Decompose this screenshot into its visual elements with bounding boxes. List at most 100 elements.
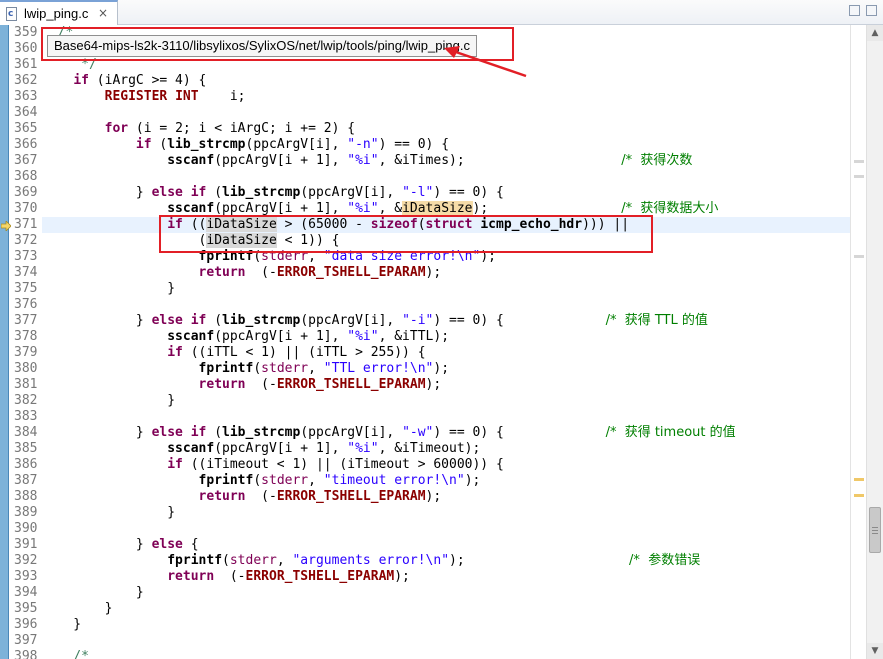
code-line[interactable]: fprintf(stderr, "timeout error!\n");	[42, 473, 850, 489]
code-token: );	[425, 265, 442, 280]
code-token: (	[253, 361, 262, 376]
code-line[interactable]	[42, 633, 850, 649]
code-line[interactable]: for (i = 2; i < iArgC; i += 2) {	[42, 121, 850, 137]
code-token: if	[167, 457, 183, 472]
code-line[interactable]: if ((iTTL < 1) || (iTTL > 255)) {	[42, 345, 850, 361]
line-number: 395	[14, 601, 38, 616]
code-token: , &iTimes);	[378, 153, 622, 168]
code-token: /*	[42, 649, 89, 659]
code-token: lib_strcmp	[167, 137, 246, 152]
overview-marker[interactable]	[854, 255, 864, 258]
code-token: }	[42, 585, 144, 600]
code-token: fprintf	[198, 473, 254, 488]
line-number: 384	[14, 425, 38, 440]
line-number: 365	[14, 121, 38, 136]
code-token: (	[222, 553, 230, 568]
line-number: 374	[14, 265, 38, 280]
overview-marker-highlight[interactable]	[854, 478, 864, 481]
scroll-up-icon[interactable]: ▲	[867, 25, 883, 41]
close-icon[interactable]: ×	[97, 7, 109, 19]
line-number: 385	[14, 441, 38, 456]
scroll-down-icon[interactable]: ▼	[867, 643, 883, 659]
code-token: (-	[245, 265, 277, 280]
code-line[interactable]	[42, 297, 850, 313]
code-line[interactable]: sscanf(ppcArgV[i + 1], "%i", &iTimeout);	[42, 441, 850, 457]
code-token: }	[42, 393, 176, 408]
code-line[interactable]: } else {	[42, 537, 850, 553]
code-token: sscanf	[167, 441, 215, 456]
code-token: "-w"	[402, 425, 434, 440]
line-number: 368	[14, 169, 38, 184]
code-line[interactable]: sscanf(ppcArgV[i + 1], "%i", &iTimes); /…	[42, 153, 850, 169]
line-number: 397	[14, 633, 38, 648]
editor-tab-lwip-ping[interactable]: c lwip_ping.c ×	[0, 0, 118, 25]
code-line[interactable]: if (lib_strcmp(ppcArgV[i], "-n") == 0) {	[42, 137, 850, 153]
line-number: 393	[14, 569, 38, 584]
line-number: 362	[14, 73, 38, 88]
code-line[interactable]: }	[42, 617, 850, 633]
overview-marker[interactable]	[854, 160, 864, 163]
code-token: /* 获得数据大小	[621, 201, 719, 216]
line-number: 388	[14, 489, 38, 504]
code-line[interactable]: return (-ERROR_TSHELL_EPARAM);	[42, 377, 850, 393]
minimize-button[interactable]	[849, 5, 860, 16]
code-token: {	[182, 537, 199, 552]
line-number: 378	[14, 329, 38, 344]
code-token: );	[472, 201, 622, 216]
window-controls	[849, 5, 877, 16]
line-number: 379	[14, 345, 38, 360]
code-token: sscanf	[167, 153, 215, 168]
code-line[interactable]: return (-ERROR_TSHELL_EPARAM);	[42, 265, 850, 281]
code-line[interactable]: } else if (lib_strcmp(ppcArgV[i], "-w") …	[42, 425, 850, 441]
overview-marker[interactable]	[854, 175, 864, 178]
code-line[interactable]: } else if (lib_strcmp(ppcArgV[i], "-i") …	[42, 313, 850, 329]
code-line[interactable]	[42, 521, 850, 537]
code-token: for	[104, 121, 129, 136]
code-line[interactable]: fprintf(stderr, "arguments error!\n"); /…	[42, 553, 850, 569]
code-token: return	[198, 265, 246, 280]
c-file-icon: c	[5, 6, 18, 21]
code-token: sscanf	[167, 201, 215, 216]
code-token: "%i"	[347, 153, 379, 168]
overview-marker-highlight[interactable]	[854, 494, 864, 497]
code-token: /* 参数错误	[629, 553, 701, 568]
code-line[interactable]: }	[42, 585, 850, 601]
code-line[interactable]: sscanf(ppcArgV[i + 1], "%i", &iTTL);	[42, 329, 850, 345]
code-token: (ppcArgV[i + 1],	[214, 201, 348, 216]
code-token: (	[151, 137, 168, 152]
code-line[interactable]	[42, 105, 850, 121]
scrollbar-thumb[interactable]	[869, 507, 881, 553]
code-line[interactable]: }	[42, 601, 850, 617]
code-token: /* 获得 TTL 的值	[605, 313, 708, 328]
code-line[interactable]	[42, 169, 850, 185]
code-token: ) == 0) {	[433, 425, 606, 440]
vertical-scrollbar[interactable]: ▲ ▼	[866, 25, 883, 659]
code-line[interactable]: }	[42, 393, 850, 409]
code-line[interactable]: if ((iTimeout < 1) || (iTimeout > 60000)…	[42, 457, 850, 473]
maximize-button[interactable]	[866, 5, 877, 16]
code-line[interactable]: }	[42, 505, 850, 521]
code-token: (i = 2; i < iArgC; i += 2) {	[128, 121, 356, 136]
code-area[interactable]: /* */ if (iArgC >= 4) { REGISTER INT i; …	[42, 25, 850, 659]
line-number: 387	[14, 473, 38, 488]
code-token: "-i"	[402, 313, 434, 328]
code-line[interactable]: return (-ERROR_TSHELL_EPARAM);	[42, 569, 850, 585]
code-token: "-l"	[402, 185, 434, 200]
code-line[interactable]: }	[42, 281, 850, 297]
code-line[interactable]: /*	[42, 649, 850, 659]
code-line[interactable]: return (-ERROR_TSHELL_EPARAM);	[42, 489, 850, 505]
code-line[interactable]	[42, 409, 850, 425]
code-token: return	[198, 377, 246, 392]
code-line[interactable]: } else if (lib_strcmp(ppcArgV[i], "-l") …	[42, 185, 850, 201]
code-token: lib_strcmp	[222, 185, 301, 200]
code-line[interactable]: REGISTER INT i;	[42, 89, 850, 105]
code-editor[interactable]: 359 360 361 362 363 364 365 366 367 368 369 370 371 3…	[0, 25, 883, 659]
code-line[interactable]: fprintf(stderr, "TTL error!\n");	[42, 361, 850, 377]
overview-ruler[interactable]	[850, 25, 866, 659]
code-token: (-	[245, 489, 277, 504]
